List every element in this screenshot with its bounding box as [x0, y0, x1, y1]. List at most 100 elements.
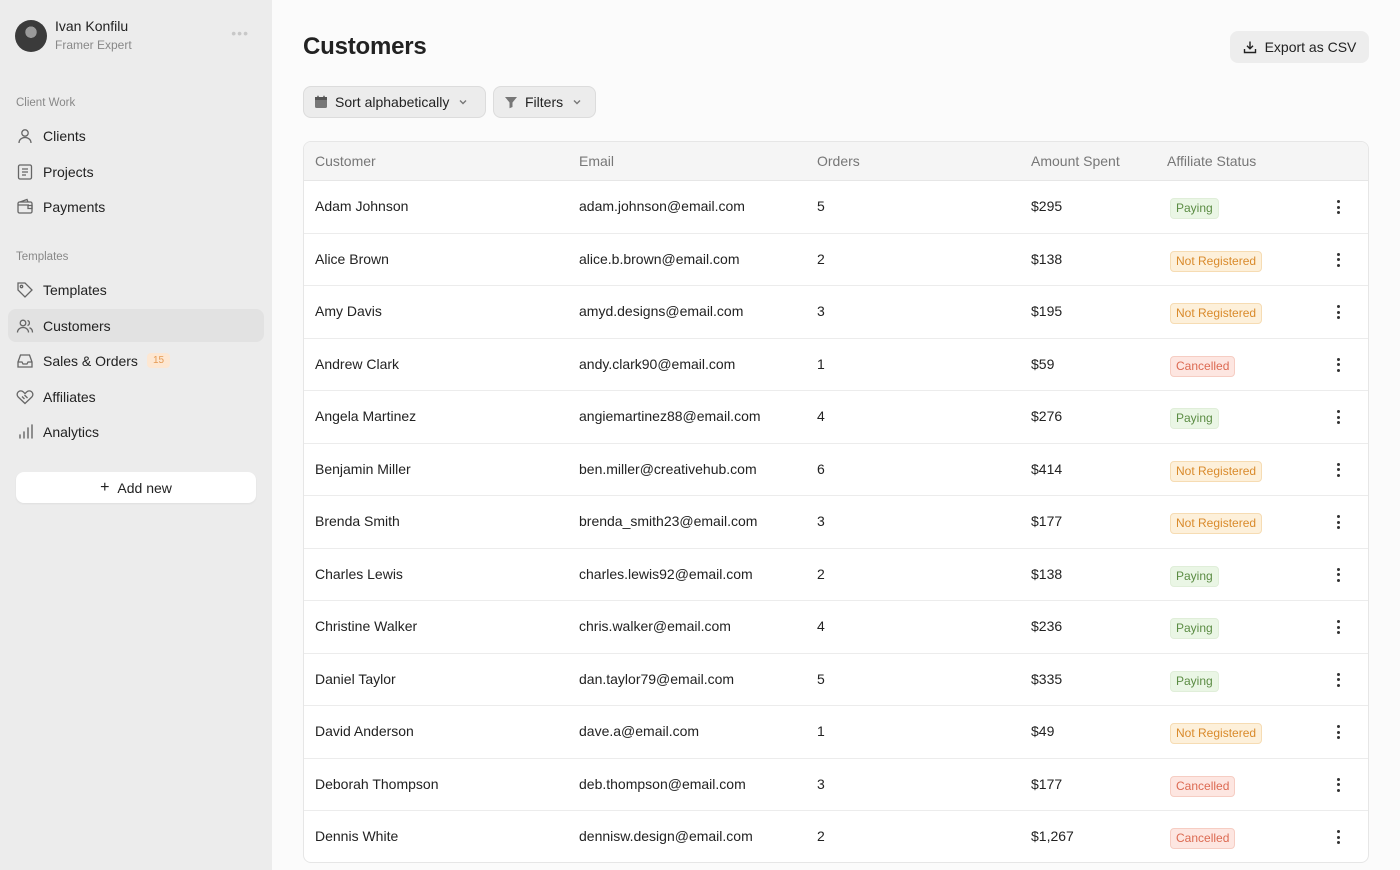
order-count: 5: [817, 670, 825, 687]
row-actions-icon[interactable]: [1330, 563, 1346, 587]
customer-name: Amy Davis: [315, 303, 382, 319]
main-content: Customers Export as CSV Sort alphabetica…: [272, 0, 1400, 870]
customer-name: Angela Martinez: [315, 408, 417, 424]
sidebar-item-label: Affiliates: [43, 388, 96, 405]
inbox-icon: [16, 352, 34, 370]
column-header-amount-spent[interactable]: Amount Spent: [1031, 153, 1120, 169]
bar-chart-icon: [16, 423, 34, 441]
status-badge: Paying: [1170, 670, 1219, 692]
sidebar-item-clients[interactable]: Clients: [8, 119, 264, 152]
order-count: 2: [817, 565, 825, 582]
sidebar-item-analytics[interactable]: Analytics: [8, 415, 264, 448]
plus-icon: +: [100, 478, 110, 496]
download-icon: [1243, 41, 1256, 54]
status-badge: Not Registered: [1170, 250, 1263, 272]
export-csv-button[interactable]: Export as CSV: [1230, 31, 1369, 63]
amount-spent: $177: [1031, 513, 1063, 529]
column-header-customer[interactable]: Customer: [315, 153, 376, 169]
add-new-label: Add new: [117, 479, 172, 496]
row-actions-icon[interactable]: [1330, 458, 1346, 482]
table-row[interactable]: Christine Walker chris.walker@email.com 4 $…: [304, 601, 1368, 654]
sidebar-item-sales-orders[interactable]: Sales & Orders 15: [8, 344, 264, 377]
status-badge: Not Registered: [1170, 460, 1263, 482]
status-badge: Paying: [1170, 408, 1219, 429]
order-count: 3: [817, 513, 825, 529]
row-actions-icon[interactable]: [1330, 668, 1346, 692]
amount-spent: $138: [1031, 250, 1063, 267]
table-row[interactable]: Adam Johnson adam.johnson@email.com 5 $295 P…: [304, 181, 1368, 234]
order-count: 3: [817, 303, 825, 319]
table-row[interactable]: Daniel Taylor dan.taylor79@email.com 5 $335…: [304, 654, 1368, 706]
row-actions-icon[interactable]: [1330, 405, 1346, 429]
avatar: [15, 19, 47, 52]
section-label-client-work: Client Work: [16, 97, 76, 109]
row-actions-icon[interactable]: [1330, 248, 1346, 272]
row-actions-icon[interactable]: [1330, 195, 1346, 219]
table-row[interactable]: Amy Davis amyd.designs@email.com 3 $195 Not …: [304, 286, 1368, 339]
chevron-down-icon: [459, 100, 467, 105]
customer-email: dave.a@email.com: [579, 723, 700, 739]
table-row[interactable]: Dennis White dennisw.design@email.com 2 $1,…: [304, 811, 1368, 862]
amount-spent: $276: [1031, 408, 1063, 424]
row-actions-icon[interactable]: [1330, 300, 1346, 324]
customer-email: dennisw.design@email.com: [579, 828, 753, 844]
sidebar-item-payments[interactable]: Payments: [8, 190, 264, 223]
order-count: 4: [817, 408, 825, 424]
add-new-button[interactable]: + Add new: [16, 472, 256, 503]
table-row[interactable]: Alice Brown alice.b.brown@email.com 2 $138 N…: [304, 234, 1368, 286]
sidebar-item-label: Projects: [43, 163, 94, 180]
amount-spent: $414: [1031, 460, 1063, 477]
table-row[interactable]: Brenda Smith brenda_smith23@email.com 3 $17…: [304, 496, 1368, 549]
table-row[interactable]: Deborah Thompson deb.thompson@email.com 3 $…: [304, 759, 1368, 811]
sidebar-item-customers[interactable]: Customers: [8, 309, 264, 342]
customer-email: charles.lewis92@email.com: [579, 565, 753, 582]
table-row[interactable]: Benjamin Miller ben.miller@creativehub.co…: [304, 444, 1368, 496]
customer-email: amyd.designs@email.com: [579, 303, 744, 319]
row-actions-icon[interactable]: [1330, 353, 1346, 377]
amount-spent: $59: [1031, 355, 1055, 372]
customer-name: Charles Lewis: [315, 565, 403, 582]
customer-email: ben.miller@creativehub.com: [579, 460, 757, 477]
row-actions-icon[interactable]: [1330, 510, 1346, 534]
customer-email: angiemartinez88@email.com: [579, 408, 761, 424]
column-header-affiliate-status[interactable]: Affiliate Status: [1167, 153, 1256, 169]
sidebar-item-label: Customers: [43, 317, 111, 334]
more-options-icon[interactable]: •••: [231, 25, 249, 41]
column-header-orders[interactable]: Orders: [817, 153, 860, 169]
status-badge: Paying: [1170, 565, 1219, 587]
user-profile[interactable]: Ivan Konfilu Framer Expert •••: [15, 18, 255, 53]
user-name: Ivan Konfilu: [55, 18, 129, 34]
customer-name: Dennis White: [315, 828, 399, 844]
row-actions-icon[interactable]: [1330, 825, 1346, 849]
sidebar-item-templates[interactable]: Templates: [8, 273, 264, 306]
customer-name: Andrew Clark: [315, 355, 400, 372]
table-row[interactable]: David Anderson dave.a@email.com 1 $49 Not Re…: [304, 706, 1368, 759]
status-badge: Not Registered: [1170, 723, 1263, 744]
column-header-email[interactable]: Email: [579, 153, 614, 169]
table-row[interactable]: Angela Martinez angiemartinez88@email.com…: [304, 391, 1368, 444]
table-row[interactable]: Charles Lewis charles.lewis92@email.com 2 $…: [304, 549, 1368, 601]
sidebar: Ivan Konfilu Framer Expert ••• Client Wo…: [0, 0, 272, 870]
sort-dropdown[interactable]: Sort alphabetically: [303, 86, 486, 118]
status-badge: Paying: [1170, 198, 1219, 219]
amount-spent: $177: [1031, 775, 1063, 792]
sidebar-item-label: Payments: [43, 198, 106, 215]
status-badge: Not Registered: [1170, 513, 1263, 534]
customer-name: Daniel Taylor: [315, 670, 396, 687]
customer-email: alice.b.brown@email.com: [579, 250, 740, 267]
section-label-templates: Templates: [16, 251, 69, 263]
chevron-down-icon: [573, 100, 581, 105]
amount-spent: $195: [1031, 303, 1063, 319]
table-row[interactable]: Andrew Clark andy.clark90@email.com 1 $59 Ca…: [304, 339, 1368, 391]
row-actions-icon[interactable]: [1330, 720, 1346, 744]
customers-table: Customer Email Orders Amount Spent Affil…: [303, 141, 1369, 863]
sidebar-item-affiliates[interactable]: Affiliates: [8, 380, 264, 413]
table-body: Adam Johnson adam.johnson@email.com 5 $295 P…: [304, 181, 1368, 862]
row-actions-icon[interactable]: [1330, 773, 1346, 797]
filters-dropdown[interactable]: Filters: [493, 86, 596, 118]
sidebar-item-projects[interactable]: Projects: [8, 155, 264, 188]
document-icon: [16, 163, 34, 181]
row-actions-icon[interactable]: [1330, 615, 1346, 639]
sidebar-item-label: Templates: [43, 281, 107, 298]
handshake-icon: [16, 388, 34, 406]
